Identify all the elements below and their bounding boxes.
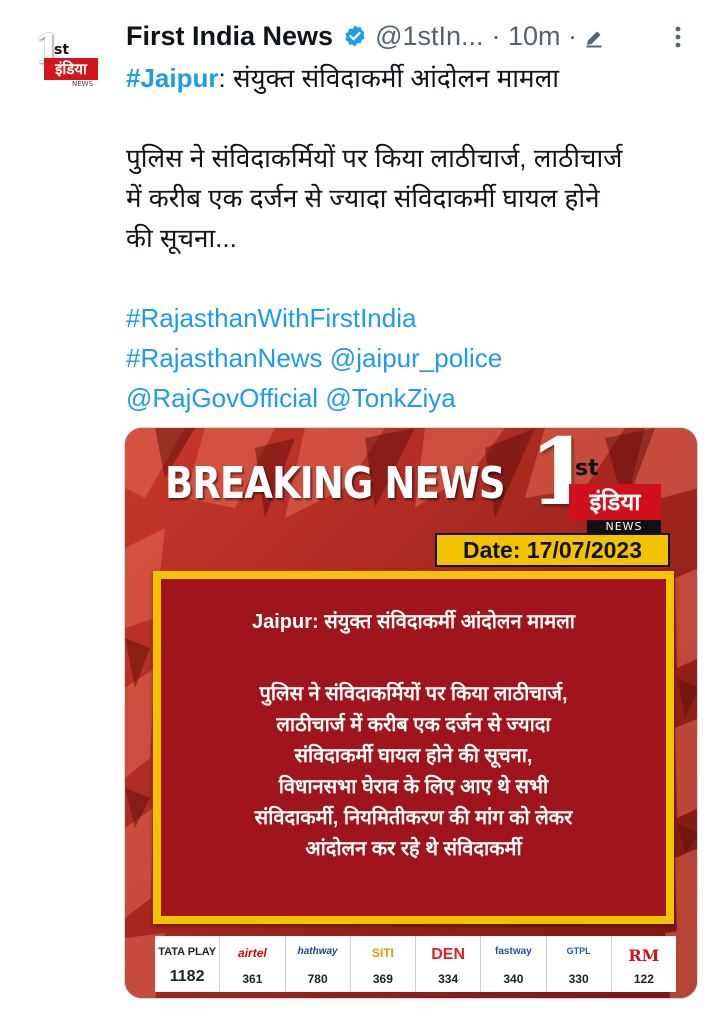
tweet-body-line: में करीब एक दर्जन से ज्यादा संविदाकर्मी … [126,183,600,213]
first-india-logo: 1 st इंडिया NEWS [34,30,98,88]
logo-news: NEWS [72,80,94,88]
channel-number: 334 [438,972,459,986]
channel-logo: DEN [431,946,466,963]
channel-number: 1182 [169,968,205,985]
channel-logo: RM [628,946,660,965]
channel-rm: RM 122 [612,936,676,992]
channel-logo: airtel [238,946,267,960]
panel-line: संविदाकर्मी घायल होने की सूचना, [294,745,533,767]
channel-number: 340 [503,972,524,986]
channel-airtel: airtel 361 [220,936,286,992]
author-handle[interactable]: @1stIn... [375,21,483,52]
channel-den: DEN 334 [416,936,482,992]
panel-line: संविदाकर्मी, नियमितीकरण की मांग को लेकर [254,807,573,829]
mention-jaipur-police[interactable]: @jaipur_police [330,343,502,373]
panel-line: विधानसभा घेराव के लिए आए थे सभी [278,776,549,798]
channel-number: 122 [633,972,654,986]
date-badge: Date: 17/07/2023 [435,533,670,567]
tweet-time[interactable]: · 10m · [492,21,578,52]
channel-logo: hathway [297,946,338,957]
channel-gtpl: GTPL 330 [547,936,612,992]
panel-line: आंदोलन कर रहे थे संविदाकर्मी [305,838,522,860]
channel-tata-play: TATA PLAY 1182 [155,936,221,992]
channel-number: 330 [568,972,589,986]
panel-line: पुलिस ने संविदाकर्मियों पर किया लाठीचार्… [259,683,568,705]
logo-news: NEWS [587,520,661,534]
channel-logo: TATA PLAY [158,946,217,958]
tweet-body-line: पुलिस ने संविदाकर्मियों पर किया लाठीचार्… [126,143,623,173]
author-name[interactable]: First India News [126,21,333,52]
tweet-tags-line: #RajasthanNews @jaipur_police [126,338,706,378]
channel-siti: SITI 369 [351,936,416,992]
first-india-news-logo: 1 st इंडिया NEWS [529,428,679,536]
tweet-line-title: #Jaipur: संयुक्त संविदाकर्मी आंदोलन मामल… [126,58,706,98]
tweet-header: First India News @1stIn... · 10m · [126,18,605,54]
channel-logo: fastway [495,946,532,957]
channel-number: 780 [307,972,328,986]
channel-fastway: fastway 340 [481,936,547,992]
channel-number: 369 [372,972,393,986]
tweet-media-image[interactable]: BREAKING NEWS 1 st इंडिया NEWS Date: 17/… [124,427,698,999]
channel-number: 361 [242,972,263,986]
pencil-icon [583,25,605,48]
channel-logo: SITI [371,946,394,960]
tweet-tags-line: @RajGovOfficial @TonkZiya [126,378,706,418]
logo-st: st [575,456,599,481]
tweet-body-line: की सूचना... [126,223,237,253]
logo-brand: इंडिया [569,484,661,520]
news-panel: Jaipur: संयुक्त संविदाकर्मी आंदोलन मामला… [153,571,674,924]
verified-badge-icon [343,24,367,48]
channel-strip: TATA PLAY 1182 airtel 361 hathway 780 SI… [155,936,676,992]
channel-logo: GTPL [566,946,591,956]
tweet-tags-line: #RajasthanWithFirstIndia [126,298,706,338]
mention-rajgovofficial[interactable]: @RajGovOfficial [126,383,318,413]
tweet-title-text: : संयुक्त संविदाकर्मी आंदोलन मामला [218,63,559,93]
more-options-icon[interactable] [668,22,688,52]
hashtag-rajasthan-news[interactable]: #RajasthanNews [126,343,323,373]
channel-hathway: hathway 780 [286,936,351,992]
breaking-news-headline: BREAKING NEWS [165,458,506,509]
logo-st: st [54,42,70,58]
hashtag-rajasthan-with-first-india[interactable]: #RajasthanWithFirstIndia [126,303,416,333]
panel-line: लाठीचार्ज में करीब एक दर्जन से ज्यादा [276,714,551,736]
logo-brand: इंडिया [44,58,98,80]
mention-tonkziya[interactable]: @TonkZiya [325,383,455,413]
panel-body: पुलिस ने संविदाकर्मियों पर किया लाठीचार्… [161,679,666,865]
avatar[interactable]: 1 st इंडिया NEWS [28,30,102,88]
panel-title: Jaipur: संयुक्त संविदाकर्मी आंदोलन मामला [251,611,575,633]
hashtag-jaipur[interactable]: #Jaipur [126,63,219,93]
tweet-text: #Jaipur: संयुक्त संविदाकर्मी आंदोलन मामल… [126,58,706,418]
